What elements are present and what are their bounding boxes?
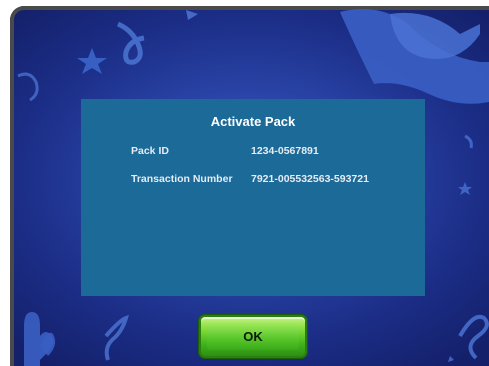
horseshoe-icon [17, 72, 39, 102]
rope-decoration [458, 314, 489, 360]
flag-icon [186, 10, 198, 20]
transaction-number-value: 7921-005532563-593721 [251, 173, 369, 185]
small-star-icon [458, 182, 472, 195]
activate-pack-dialog: Activate Pack Pack ID 1234-0567891 Trans… [81, 99, 425, 296]
dialog-title: Activate Pack [210, 114, 296, 129]
lasso-decoration [116, 21, 145, 65]
transaction-number-label: Transaction Number [131, 173, 233, 185]
spur-decoration [104, 314, 129, 361]
pack-id-value: 1234-0567891 [251, 145, 319, 157]
pack-id-label: Pack ID [131, 145, 169, 157]
device-frame: Activate Pack Pack ID 1234-0567891 Trans… [0, 0, 489, 366]
ok-button[interactable]: OK [199, 315, 307, 358]
star-icon [77, 48, 107, 74]
ok-button-label: OK [243, 329, 263, 344]
